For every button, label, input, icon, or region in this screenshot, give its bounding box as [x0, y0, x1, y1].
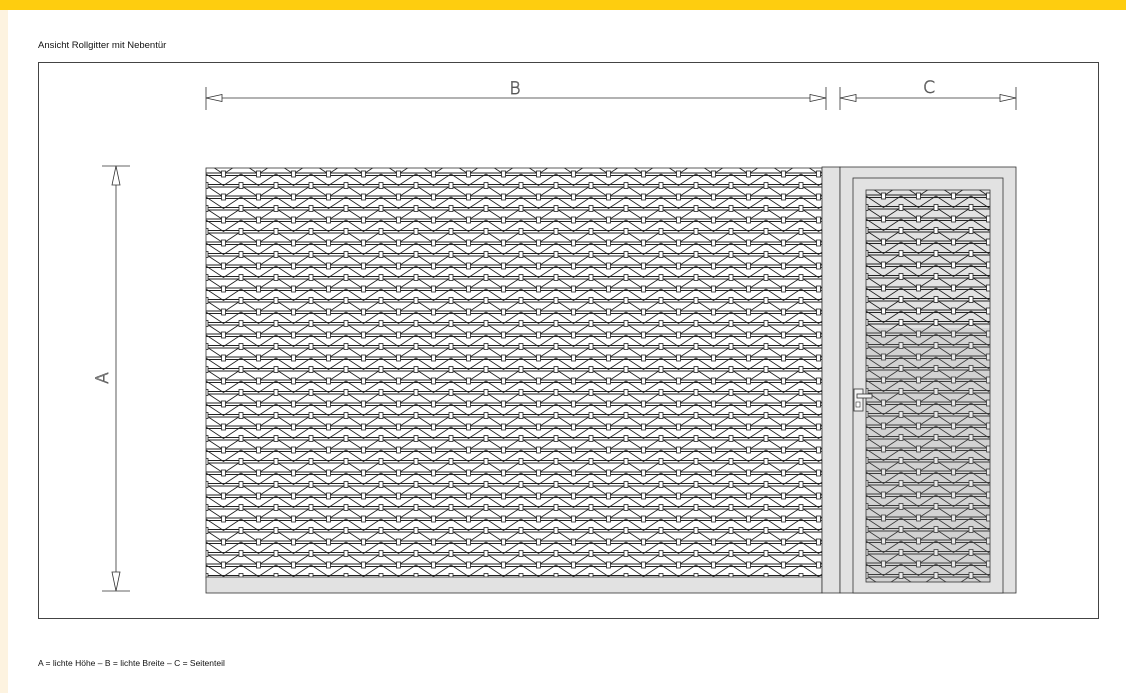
roller-grille-mesh — [206, 168, 822, 578]
separating-post — [821, 166, 841, 594]
dimension-b-label: B — [509, 79, 520, 99]
dimension-a-label: A — [93, 372, 113, 384]
dimension-c-label: C — [923, 78, 935, 98]
dimension-legend: A = lichte Höhe – B = lichte Breite – C … — [38, 658, 225, 668]
grille-bottom-rail — [205, 576, 823, 594]
door-lower-shading — [866, 328, 990, 582]
roller-grille-drawing: B C A — [38, 62, 1099, 619]
